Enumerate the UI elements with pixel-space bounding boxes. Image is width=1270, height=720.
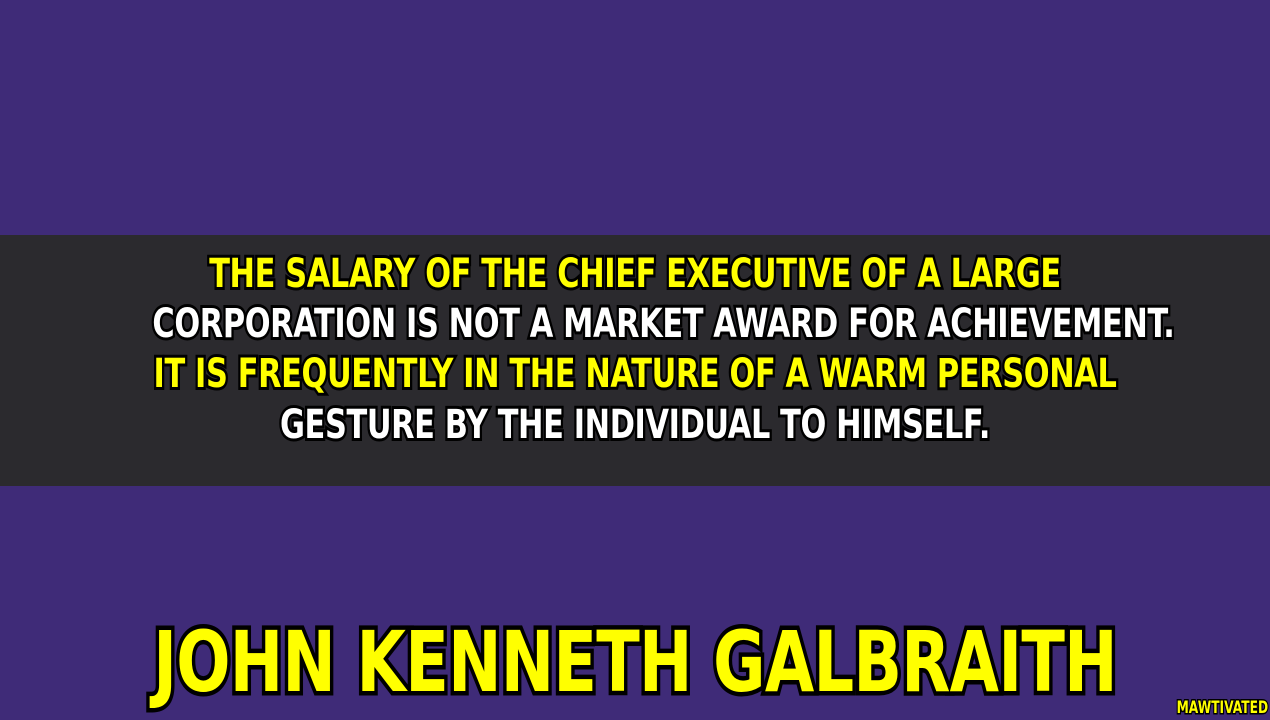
quote-line-3: IT IS FREQUENTLY IN THE NATURE OF A WARM… — [151, 348, 1119, 400]
author-name: JOHN KENNETH GALBRAITH — [150, 609, 1121, 716]
quote-line-1: THE SALARY OF THE CHIEF EXECUTIVE OF A L… — [207, 248, 1064, 300]
quote-line-2: CORPORATION IS NOT A MARKET AWARD FOR AC… — [150, 298, 1177, 350]
quote-line-4: GESTURE BY THE INDIVIDUAL TO HIMSELF. — [278, 399, 993, 451]
watermark: MAWTIVATED — [1175, 697, 1269, 720]
